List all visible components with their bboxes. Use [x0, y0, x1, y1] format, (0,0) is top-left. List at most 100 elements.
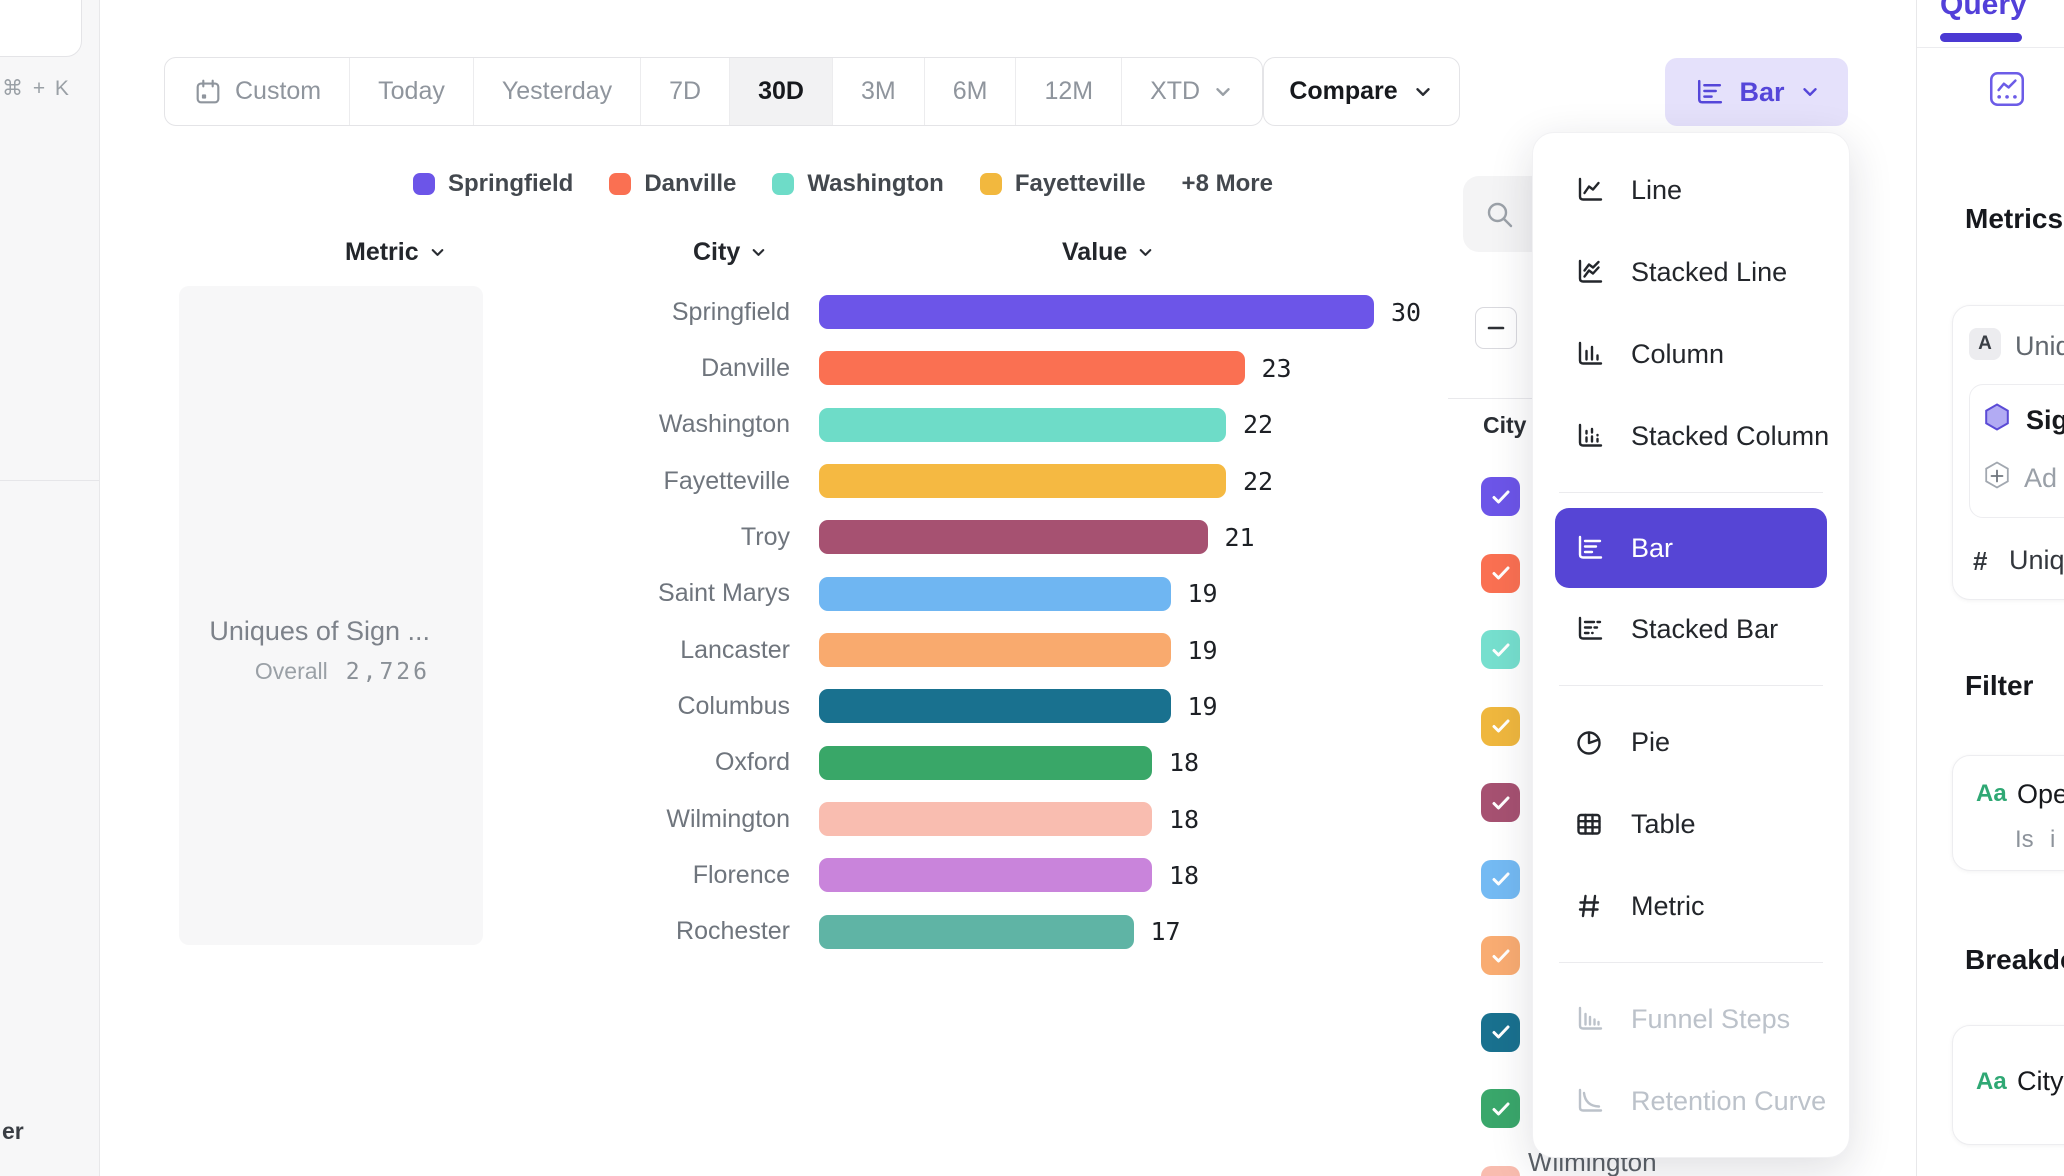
chart-type-menu-item[interactable]: Stacked Bar [1533, 588, 1849, 670]
check-icon [1486, 1170, 1516, 1176]
bar-chart-icon [1692, 76, 1725, 109]
event-card[interactable]: Sig Ad [1969, 384, 2064, 518]
chart-type-menu-item[interactable]: Line [1533, 149, 1849, 231]
date-range-button[interactable]: 30D [730, 58, 833, 125]
bar[interactable] [819, 633, 1171, 667]
chart-row: Rochester 17 [490, 904, 1421, 960]
insights-report-view: ⌘ + K er Custom Today Yesterday 7D [0, 0, 2064, 1176]
city-checkbox[interactable] [1481, 936, 1520, 975]
chart-type-menu-item[interactable]: Stacked Line [1533, 231, 1849, 313]
compare-button[interactable]: Compare [1263, 57, 1460, 126]
filter-value[interactable]: i [2050, 826, 2055, 854]
date-range-button[interactable]: 12M [1016, 58, 1122, 125]
city-checkbox[interactable] [1481, 707, 1520, 746]
menu-item-label: Bar [1631, 533, 1673, 564]
date-range-label: Custom [235, 77, 321, 106]
chart-type-menu-item[interactable]: Funnel Steps [1533, 978, 1849, 1060]
minus-icon [1481, 313, 1511, 343]
bar[interactable] [819, 464, 1226, 498]
chart-row: Saint Marys 19 [490, 566, 1421, 622]
date-range-button[interactable]: Yesterday [474, 58, 641, 125]
menu-item-label: Stacked Line [1631, 257, 1787, 288]
metric-query-card[interactable]: A Uniqu Sig Ad # Uniqu [1952, 305, 2064, 600]
query-panel: Query Metrics A Uniqu Sig Ad # Uniqu Fil… [1916, 0, 2064, 1176]
city-checkbox[interactable] [1481, 477, 1520, 516]
select-all-checkbox[interactable] [1475, 307, 1517, 349]
value-column-header[interactable]: Value [1062, 238, 1155, 267]
bar[interactable] [819, 408, 1226, 442]
bar[interactable] [819, 577, 1171, 611]
chart-type-menu-item[interactable]: Bar [1555, 508, 1827, 588]
add-event-icon[interactable] [1980, 459, 2014, 493]
metric-column-header[interactable]: Metric [345, 238, 447, 267]
chart-type-menu-item[interactable]: Pie [1533, 701, 1849, 783]
city-column-header[interactable]: City [693, 238, 768, 267]
breakdown-card[interactable]: Aa City [1952, 1025, 2064, 1145]
chart-type-icon [1573, 256, 1605, 288]
city-checkbox[interactable] [1481, 1013, 1520, 1052]
city-checkbox[interactable] [1481, 630, 1520, 669]
city-checkbox[interactable] [1481, 1166, 1520, 1176]
date-range-button[interactable]: Custom [165, 58, 350, 125]
chart-type-menu-item[interactable]: Metric [1533, 865, 1849, 947]
legend-item[interactable]: Fayetteville [980, 170, 1146, 198]
chart-row: Columbus 19 [490, 678, 1421, 734]
city-checkbox[interactable] [1481, 783, 1520, 822]
bar[interactable] [819, 858, 1152, 892]
breakdown-group-label: City [1483, 412, 1526, 439]
bar[interactable] [819, 351, 1245, 385]
legend-item[interactable]: Washington [772, 170, 943, 198]
chart-type-icon [1573, 338, 1605, 370]
bar-value-label: 18 [1169, 748, 1199, 777]
legend-item[interactable]: Springfield [413, 170, 573, 198]
date-range-button[interactable]: Today [350, 58, 474, 125]
tab-query[interactable]: Query [1940, 0, 2027, 22]
metric-letter-badge: A [1969, 328, 2001, 360]
chart-type-menu-item[interactable]: Table [1533, 783, 1849, 865]
bar[interactable] [819, 802, 1152, 836]
check-icon [1486, 635, 1516, 665]
menu-divider [1559, 962, 1823, 963]
bar-value-label: 22 [1243, 467, 1273, 496]
bar[interactable] [819, 915, 1134, 949]
date-range-button[interactable]: 3M [833, 58, 925, 125]
date-range-button[interactable]: 7D [641, 58, 730, 125]
chart-type-button[interactable]: Bar [1665, 58, 1848, 126]
check-icon [1486, 558, 1516, 588]
metric-card[interactable]: Uniques of Sign ... Overall 2,726 [179, 286, 483, 945]
chart-type-menu-item[interactable]: Retention Curve [1533, 1060, 1849, 1142]
date-range-button[interactable]: XTD [1122, 58, 1262, 125]
metric-card-overall: Overall 2,726 [255, 658, 430, 685]
legend-label: +8 More [1182, 170, 1273, 198]
city-checkbox[interactable] [1481, 1089, 1520, 1128]
menu-item-label: Retention Curve [1631, 1086, 1826, 1117]
bar-value-label: 30 [1391, 298, 1421, 327]
chart-type-menu-item[interactable]: Column [1533, 313, 1849, 395]
chart-type-menu-item[interactable]: Stacked Column [1533, 395, 1849, 477]
bar[interactable] [819, 689, 1171, 723]
bar-category-label: Danville [490, 354, 790, 383]
bar[interactable] [819, 746, 1152, 780]
filter-operator[interactable]: Is [2015, 826, 2034, 854]
date-range-button[interactable]: 6M [925, 58, 1017, 125]
legend-item[interactable]: Danville [609, 170, 736, 198]
date-range-label: 7D [669, 77, 701, 106]
chart-row: Oxford 18 [490, 735, 1421, 791]
date-range-label: Today [378, 77, 445, 106]
city-checkbox[interactable] [1481, 860, 1520, 899]
filter-card[interactable]: Aa Ope Is i [1952, 755, 2064, 871]
chart-type-icon [1573, 890, 1605, 922]
check-icon [1486, 1017, 1516, 1047]
calendar-icon [193, 77, 223, 107]
bar-value-label: 19 [1188, 692, 1218, 721]
chevron-down-icon [1412, 81, 1434, 103]
bar[interactable] [819, 295, 1374, 329]
sidebar-footer-item[interactable]: er [2, 1118, 24, 1145]
active-tab-underline [1940, 33, 2022, 42]
city-checkbox[interactable] [1481, 554, 1520, 593]
bar[interactable] [819, 520, 1208, 554]
bar-category-label: Florence [490, 861, 790, 890]
legend-swatch [413, 173, 435, 195]
sidebar-search-input[interactable] [0, 0, 82, 57]
legend-item[interactable]: +8 More [1182, 170, 1273, 198]
